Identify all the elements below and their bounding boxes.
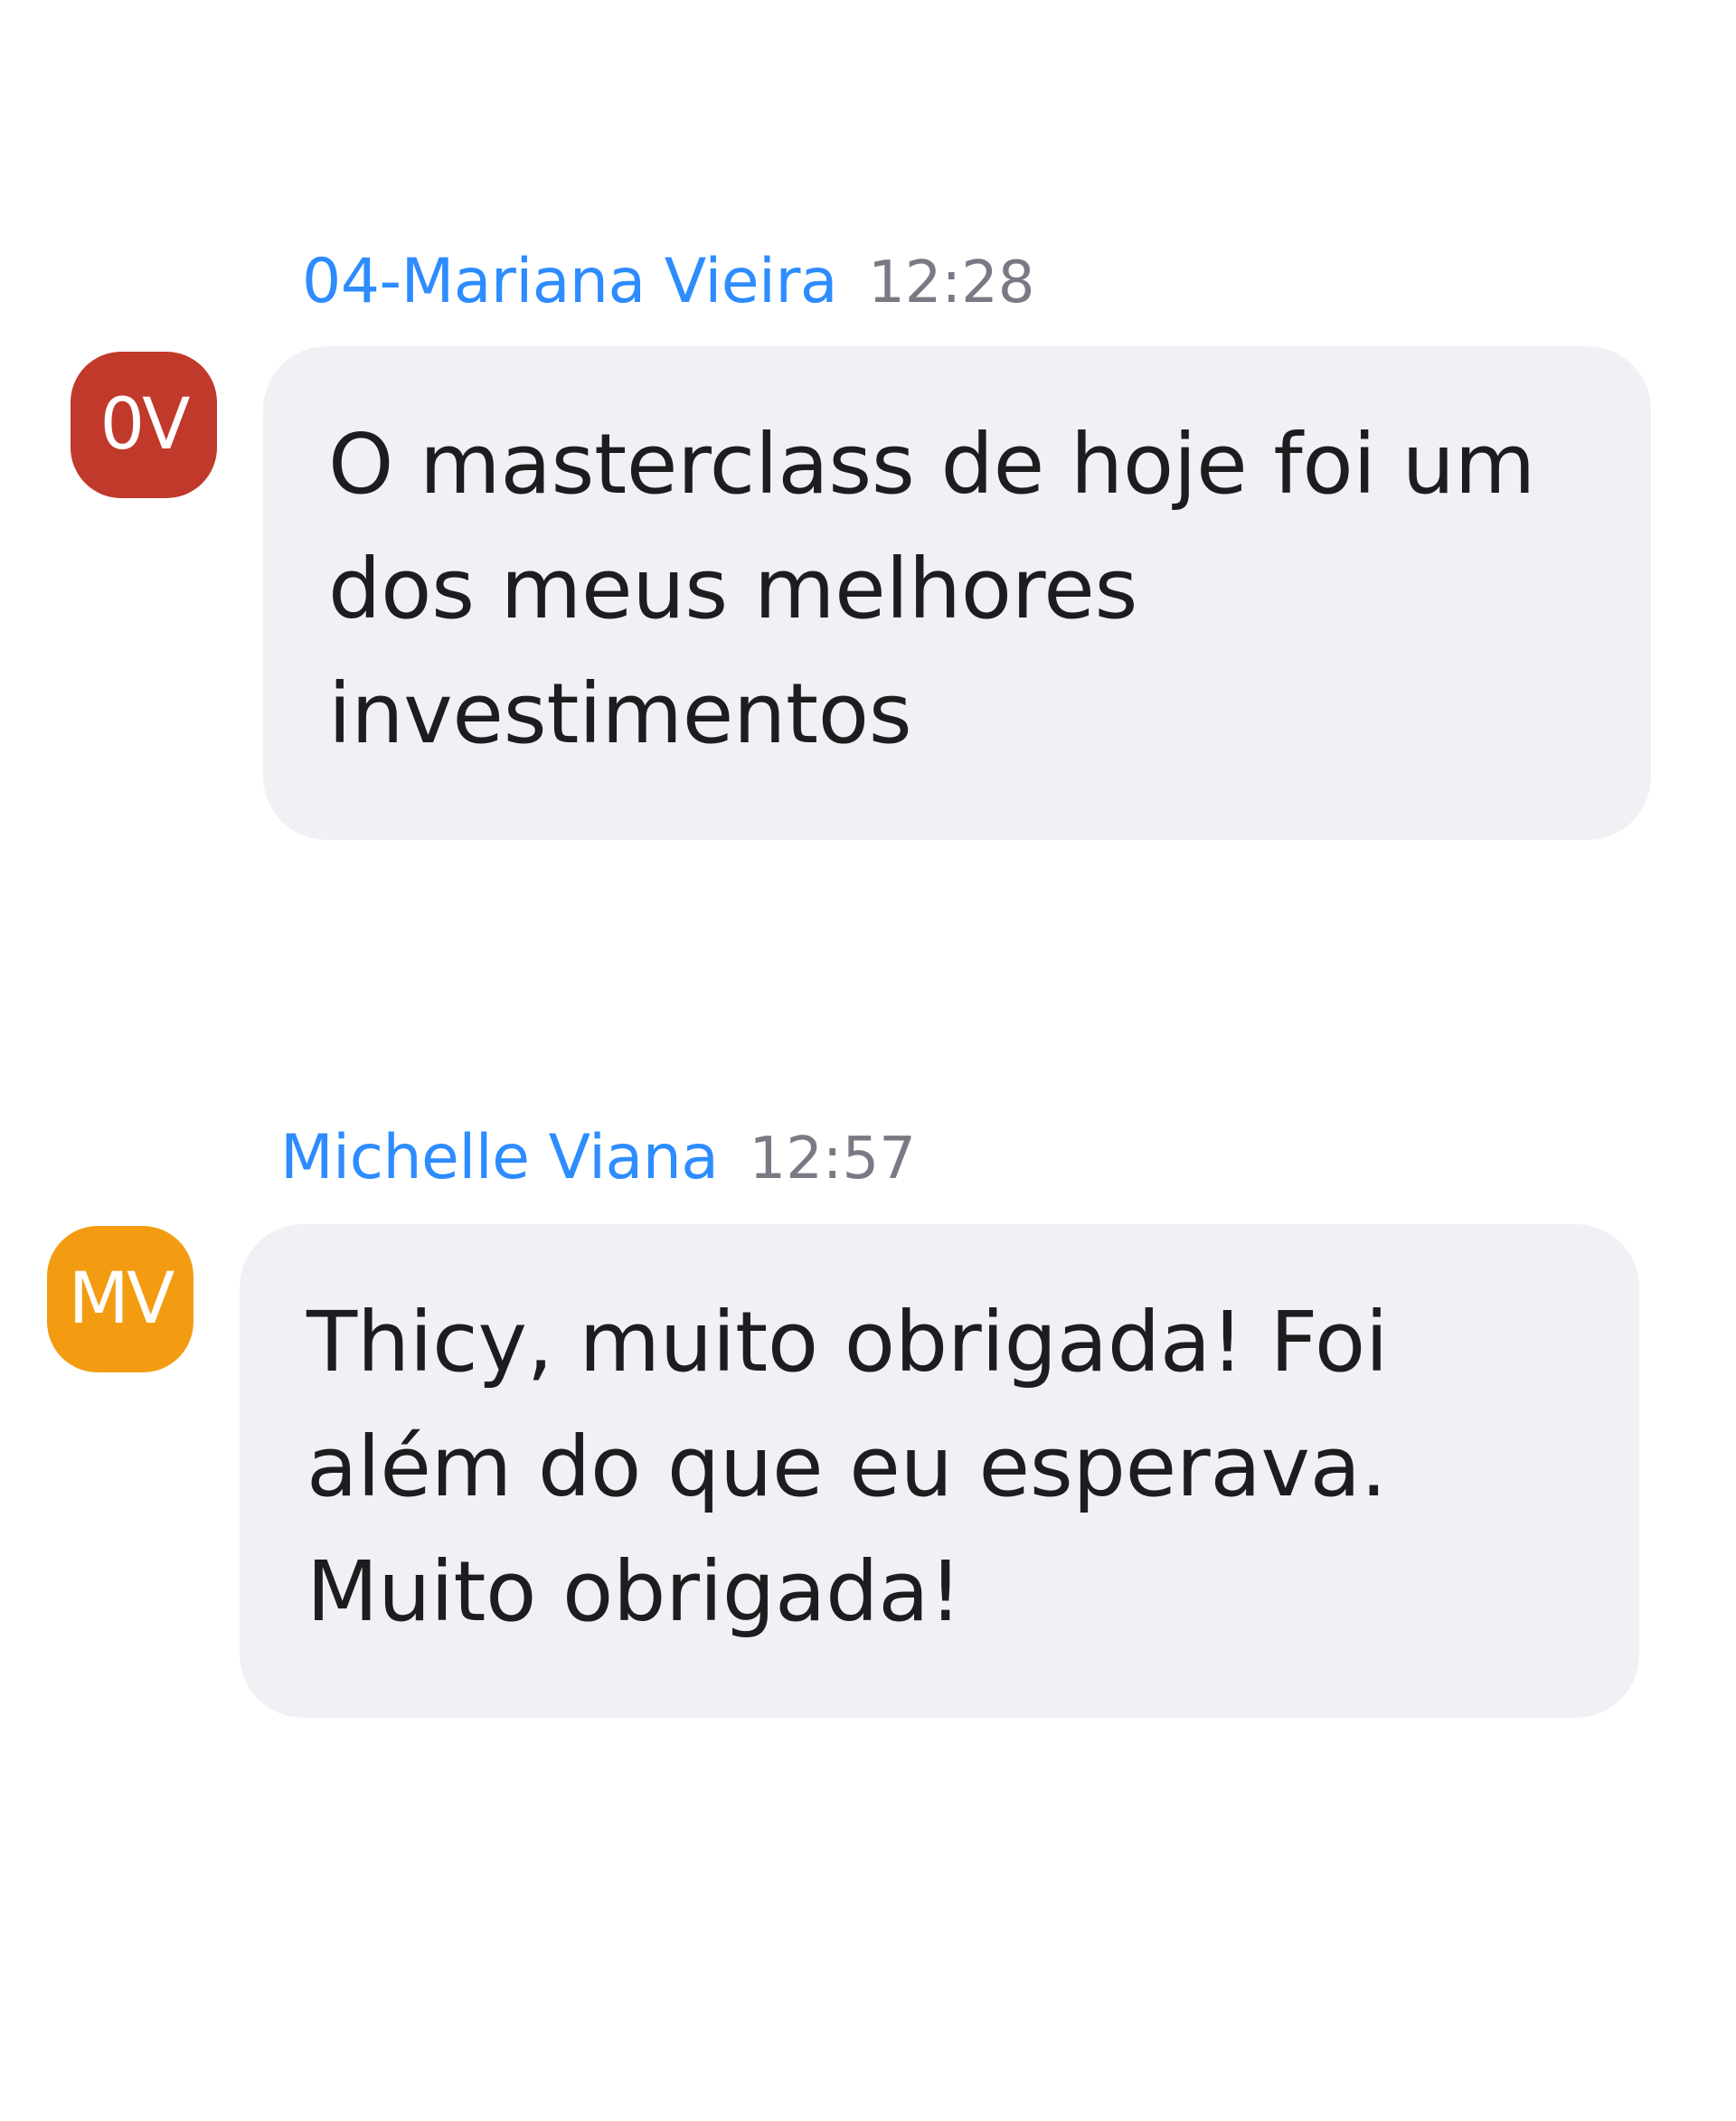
message-header: 04-Mariana Vieira 12:28 xyxy=(302,246,1035,317)
message-text: O masterclass de hoje foi um dos meus me… xyxy=(328,416,1535,762)
avatar-initials: 0V xyxy=(99,384,191,466)
chat-panel: 04-Mariana Vieira 12:28 0V O masterclass… xyxy=(0,0,1736,2121)
message-text: Thicy, muito obrigada! Foi além do que e… xyxy=(307,1294,1389,1640)
avatar[interactable]: 0V xyxy=(71,352,217,498)
message-bubble[interactable]: O masterclass de hoje foi um dos meus me… xyxy=(263,346,1651,840)
avatar[interactable]: MV xyxy=(47,1226,193,1372)
message-bubble[interactable]: Thicy, muito obrigada! Foi além do que e… xyxy=(240,1224,1639,1718)
message-timestamp: 12:57 xyxy=(749,1126,916,1192)
message-timestamp: 12:28 xyxy=(868,250,1035,316)
avatar-initials: MV xyxy=(68,1258,175,1340)
sender-name[interactable]: Michelle Viana xyxy=(280,1122,719,1193)
sender-name[interactable]: 04-Mariana Vieira xyxy=(302,246,838,317)
message-header: Michelle Viana 12:57 xyxy=(280,1122,916,1193)
